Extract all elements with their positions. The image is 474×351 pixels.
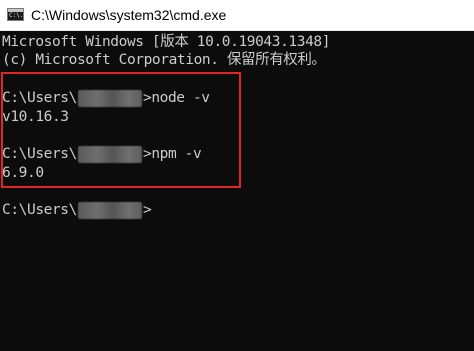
highlight-box bbox=[1, 72, 241, 188]
title-bar[interactable]: C:\. C:\Windows\system32\cmd.exe bbox=[0, 0, 474, 31]
prompt-line-current[interactable]: C:\Users\ > bbox=[2, 201, 152, 219]
window-title: C:\Windows\system32\cmd.exe bbox=[31, 7, 227, 23]
prompt-suffix: > bbox=[142, 202, 152, 218]
cmd-icon-label: C:\. bbox=[9, 12, 24, 19]
cmd-icon[interactable]: C:\. bbox=[7, 8, 24, 21]
banner-copyright-line: (c) Microsoft Corporation. 保留所有权利。 bbox=[2, 52, 326, 68]
cmd-window: C:\. C:\Windows\system32\cmd.exe Microso… bbox=[0, 0, 474, 351]
console-output[interactable]: Microsoft Windows [版本 10.0.19043.1348] (… bbox=[0, 31, 474, 351]
redacted-username bbox=[77, 201, 142, 219]
banner-version-line: Microsoft Windows [版本 10.0.19043.1348] bbox=[2, 34, 331, 50]
prompt-prefix: C:\Users\ bbox=[2, 202, 77, 218]
